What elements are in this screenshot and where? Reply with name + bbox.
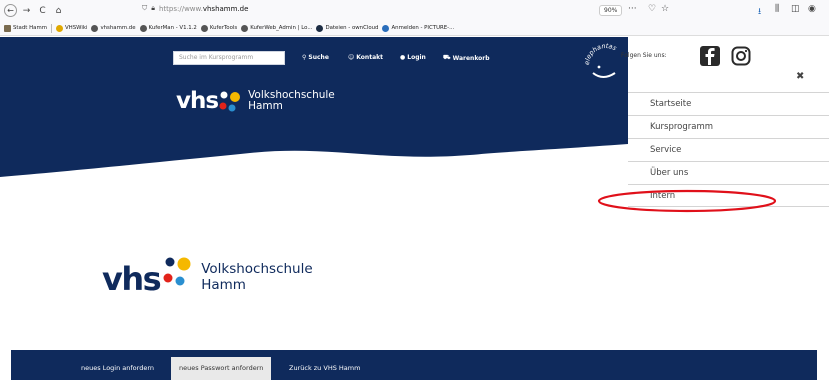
cart-icon: ⛟	[443, 54, 451, 61]
instagram-icon[interactable]	[731, 46, 751, 66]
bookmark-label: KuferWeb_Admin | Lo...	[250, 25, 313, 31]
page-logo-line2: Hamm	[201, 277, 246, 293]
vhs-dots-icon	[219, 91, 241, 112]
bookmark-label: VHSWiki	[64, 25, 88, 31]
menu-item-startseite[interactable]: Startseite	[628, 92, 829, 115]
bookmark-favicon-icon	[91, 24, 99, 32]
chat-icon: ☺	[348, 54, 355, 61]
account-icon[interactable]: ◉	[808, 4, 816, 14]
nav-suche-label: Suche	[308, 54, 329, 61]
website: Suche im Kursprogramm ⚲ Suche ☺ Kontakt ● L…	[0, 37, 829, 380]
sidebar-icon[interactable]: ◫	[791, 4, 800, 14]
page-logo: vhs Volkshochschule Hamm	[102, 255, 313, 295]
menu-item-service[interactable]: Service	[628, 138, 829, 161]
page-actions-icon[interactable]: ···	[628, 4, 637, 14]
nav-login[interactable]: ● Login	[400, 54, 426, 61]
header-wave-background	[0, 37, 628, 177]
download-icon[interactable]: ⭳	[758, 4, 761, 20]
menu-item-kursprogramm[interactable]: Kursprogramm	[628, 115, 829, 138]
svg-text:elephantas: elephantas	[583, 43, 618, 65]
new-password-link[interactable]: neues Passwort anfordern	[171, 357, 272, 380]
bookmark-item[interactable]: KuferTools	[200, 24, 238, 32]
home-icon[interactable]: ⌂	[52, 4, 65, 17]
bookmark-label: vhshamm.de	[100, 25, 136, 31]
bookmark-label: Anmelden - PICTURE-...	[391, 25, 455, 31]
elephantas-text: elephantas	[583, 43, 618, 65]
bookmark-item[interactable]: KuferWeb_Admin | Lo...	[241, 24, 313, 32]
highlight-ellipse	[597, 189, 777, 213]
bookmark-item[interactable]: vhshamm.de	[91, 24, 136, 32]
bookmark-favicon-icon	[382, 24, 390, 32]
page-logo-line1: Volkshochschule	[201, 261, 313, 277]
bookmark-label: Stadt Hamm	[13, 25, 47, 31]
bookmark-favicon-icon	[139, 24, 147, 32]
bookmark-label: KuferMan - V1.1.2	[148, 25, 197, 31]
bookmark-favicon-icon	[316, 24, 324, 32]
search-icon: ⚲	[302, 54, 307, 61]
zoom-level[interactable]: 90%	[599, 5, 623, 16]
hero-logo-line2: Hamm	[248, 100, 283, 112]
shield-icon: ⛉	[142, 4, 148, 12]
bookmark-favicon-icon	[241, 24, 249, 32]
new-login-link[interactable]: neues Login anfordern	[73, 357, 162, 380]
reload-icon[interactable]: C	[36, 4, 49, 17]
nav-kontakt-label: Kontakt	[356, 54, 383, 61]
lock-icon: 🔒︎	[151, 4, 155, 12]
url-domain: vhshamm.de	[202, 4, 249, 13]
vhs-dots-icon	[163, 257, 191, 286]
page-logo-vhs: vhs	[102, 260, 162, 298]
facebook-icon[interactable]	[700, 46, 720, 66]
bookmark-item[interactable]: KuferMan - V1.1.2	[139, 24, 197, 32]
bookmark-item[interactable]: Dateien - ownCloud	[316, 24, 379, 32]
bookmark-item[interactable]: Anmelden - PICTURE-...	[382, 24, 455, 32]
bookmark-label: KuferTools	[209, 25, 238, 31]
nav-warenkorb[interactable]: ⛟ Warenkorb	[443, 54, 490, 62]
forward-arrow-icon[interactable]: →	[20, 4, 33, 17]
bookmark-item[interactable]: VHSWiki	[55, 24, 88, 32]
nav-warenkorb-label: Warenkorb	[452, 54, 490, 62]
user-icon: ●	[400, 54, 406, 61]
bookmark-item[interactable]: Stadt Hamm	[4, 24, 47, 32]
back-to-vhs-link[interactable]: Zurück zu VHS Hamm	[281, 357, 368, 380]
bookmark-star-icon[interactable]: ☆	[661, 4, 669, 14]
page: ← → C ⌂ ⛉ 🔒︎ https://www.vhshamm.de 90% …	[0, 0, 829, 380]
login-nav-bar: neues Login anfordern neues Passwort anf…	[11, 350, 817, 380]
library-icon[interactable]: ⫼	[775, 4, 779, 14]
url-prefix: https://www.	[158, 4, 203, 13]
follow-label: Folgen Sie uns:	[621, 52, 667, 59]
url-bar[interactable]: ⛉ 🔒︎ https://www.vhshamm.de	[142, 4, 248, 13]
elephantas-logo[interactable]: elephantas	[583, 43, 629, 81]
back-arrow-icon[interactable]: ←	[4, 4, 17, 17]
search-input[interactable]: Suche im Kursprogramm	[173, 51, 285, 65]
menu-item-ueber-uns[interactable]: Über uns	[628, 161, 829, 184]
close-icon[interactable]: ✖	[796, 71, 804, 82]
nav-login-label: Login	[407, 54, 426, 61]
browser-toolbar: ← → C ⌂ ⛉ 🔒︎ https://www.vhshamm.de 90% …	[0, 0, 829, 21]
hero-logo[interactable]: vhs Volkshochschule Hamm	[176, 88, 335, 114]
hero-logo-vhs: vhs	[176, 88, 219, 114]
bookmark-favicon-icon	[55, 24, 63, 32]
bookmark-favicon-icon	[200, 24, 208, 32]
nav-kontakt[interactable]: ☺ Kontakt	[348, 54, 383, 61]
bookmark-separator	[50, 23, 52, 33]
pocket-icon[interactable]: ♡	[648, 4, 656, 14]
bookmark-favicon-icon	[4, 24, 11, 32]
nav-suche[interactable]: ⚲ Suche	[302, 54, 329, 61]
bookmark-label: Dateien - ownCloud	[325, 25, 379, 31]
bookmarks-bar: Stadt Hamm VHSWiki vhshamm.de KuferMan - V1…	[0, 21, 829, 36]
